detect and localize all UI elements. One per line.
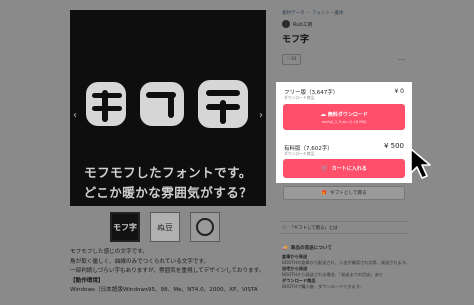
thumbnail-1[interactable]: モフ字 [110, 212, 140, 242]
environment-text: Windows（日本語版Windows95、98、Me、NT4.0、2000、X… [70, 287, 258, 294]
purchase-card: フリー版（3,647字） ダウンロード商品 ¥ 0 ☁ 無料ダウンロード mof… [276, 82, 412, 183]
shipping-info: 🚚 商品の発送について 倉庫から発送 BOOTHの倉庫から配送され、入金が確認さ… [282, 246, 412, 290]
like-button[interactable]: ♡ 41 [282, 54, 301, 65]
add-to-cart-label: カートに入れる [331, 166, 367, 172]
free-download-button[interactable]: ☁ 無料ダウンロード mofuji_1_9.zip (1.18 MB) [283, 104, 405, 130]
thumbnail-3[interactable] [190, 212, 220, 242]
shipping-item-text: BOOTHで購入後、ダウンロードできます。 [282, 284, 364, 289]
prev-image-arrow[interactable]: ‹ [73, 110, 77, 121]
product-page: モフモフしたフォントです。 どこか暖かな雰囲気がする？ ‹ › モフ字 ぬ豆 モ… [0, 0, 474, 305]
description-line-3: 一部判読しづらい字もありますが、雰囲気を重視してデザインしております。 [70, 268, 265, 275]
description-line-2: 角が取く優しく、曲線のみでつくられている文字です。 [70, 258, 210, 265]
product-description: モフモフした感じの文字です。 角が取く優しく、曲線のみでつくられている文字です。… [70, 248, 270, 296]
thumbnail-2-label: ぬ豆 [157, 222, 173, 232]
environment-heading: 【動作環境】 [70, 277, 104, 284]
free-version-type: ダウンロード商品 [284, 95, 315, 100]
shop-link[interactable]: Rub工房 [282, 20, 313, 28]
product-main-image[interactable]: モフモフしたフォントです。 どこか暖かな雰囲気がする？ ‹ › [70, 10, 266, 206]
shop-name: Rub工房 [293, 21, 313, 28]
ellipsis-icon[interactable]: … [398, 54, 405, 62]
mouse-cursor-icon [410, 148, 431, 179]
thumbnail-1-label: モフ字 [113, 222, 137, 232]
info-icon: ⓘ [282, 225, 287, 231]
thumbnail-3-circle [196, 218, 214, 236]
gift-info-link[interactable]: ⓘ 「ギフトして贈る」とは [280, 221, 408, 234]
gift-info-label: 「ギフトして贈る」とは [289, 225, 338, 231]
product-title: モフ字 [282, 35, 310, 45]
next-image-arrow[interactable]: › [259, 110, 263, 121]
like-count: 41 [291, 57, 297, 62]
tagline-line-2: どこか暖かな雰囲気がする？ [83, 185, 253, 200]
thumbnail-strip: モフ字 ぬ豆 [110, 212, 220, 242]
free-download-label: 無料ダウンロード [327, 111, 368, 118]
breadcrumb[interactable]: 素材データ ・ フォント・書体 [282, 10, 343, 16]
shipping-heading: 商品の発送について [290, 246, 332, 251]
tagline-line-1: モフモフしたフォントです。 [84, 165, 252, 180]
shop-avatar [282, 20, 290, 28]
gift-button[interactable]: 🎁 ギフトとして贈る [283, 186, 405, 200]
gift-button-label: ギフトとして贈る [330, 191, 367, 196]
gift-icon: 🎁 [321, 190, 328, 196]
free-version-price: ¥ 0 [394, 88, 404, 95]
thumbnail-2[interactable]: ぬ豆 [150, 212, 180, 242]
add-to-cart-button[interactable]: 🛒 カートに入れる [283, 159, 405, 178]
mofuji-logo [86, 80, 248, 128]
cloud-download-icon: ☁ [320, 110, 327, 118]
heart-icon: ♡ [286, 57, 291, 62]
truck-icon: 🚚 [282, 246, 288, 251]
paid-version-type: ダウンロード商品 [284, 151, 315, 156]
cart-icon: 🛒 [321, 165, 329, 172]
download-file-info: mofuji_1_9.zip (1.18 MB) [321, 119, 367, 124]
paid-version-price: ¥ 500 [383, 142, 404, 150]
description-line-1: モフモフした感じの文字です。 [70, 249, 148, 255]
